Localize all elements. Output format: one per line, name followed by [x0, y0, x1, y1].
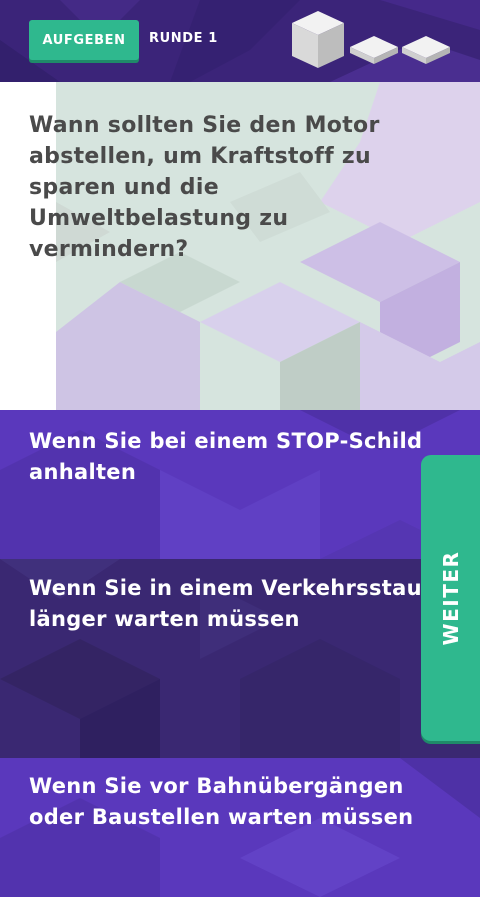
top-bar: AUFGEBEN RUNDE 1 [0, 0, 480, 82]
answer-option-3[interactable]: Wenn Sie vor Bahnübergängen oder Baustel… [0, 758, 480, 897]
answer-text: Wenn Sie in einem Verkehrsstau länger wa… [29, 576, 422, 631]
next-button-label: WEITER [438, 550, 463, 646]
answer-option-1[interactable]: Wenn Sie bei einem STOP-Schild anhalten [0, 410, 480, 559]
question-panel: Wann sollten Sie den Motor abstellen, um… [0, 82, 480, 410]
answer-text: Wenn Sie bei einem STOP-Schild anhalten [29, 429, 423, 484]
round-indicator: RUNDE 1 [149, 31, 218, 46]
cubes-logo-icon [292, 11, 450, 68]
question-text: Wann sollten Sie den Motor abstellen, um… [29, 113, 380, 262]
answer-text: Wenn Sie vor Bahnübergängen oder Baustel… [29, 774, 414, 829]
answer-option-2[interactable]: Wenn Sie in einem Verkehrsstau länger wa… [0, 559, 480, 758]
next-button[interactable]: WEITER [421, 455, 480, 741]
give-up-button[interactable]: AUFGEBEN [29, 20, 139, 60]
